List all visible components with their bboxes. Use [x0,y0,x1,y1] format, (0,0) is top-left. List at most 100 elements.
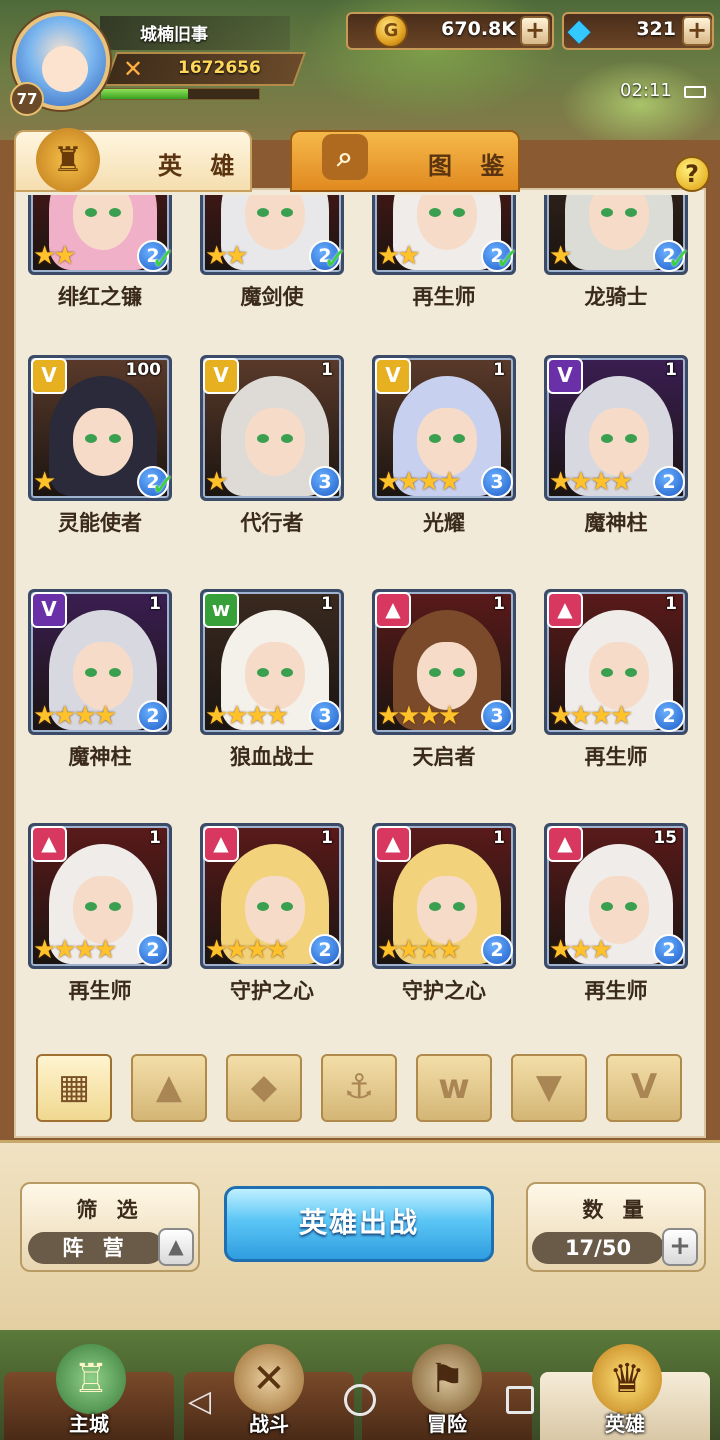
check-icon: ✓ [322,242,348,277]
gold-coin-icon: G [374,14,408,48]
faction-dark-icon: V [547,358,583,394]
hero-card[interactable]: V 1 ★★★★ 3 光耀 [372,355,516,535]
hero-name: 再生师 [584,979,648,1003]
faction-fire-icon: ▲ [203,826,239,862]
hero-card[interactable]: w★2✓龙骑士 [544,195,692,309]
hero-name: 魔神柱 [584,511,648,535]
hero-copies-count: 1 [321,828,333,848]
hero-copies-count: 1 [321,360,333,380]
hero-card[interactable]: ▲ 1 ★★★★ 2 守护之心 [200,823,344,1003]
hero-copies-count: 15 [653,828,677,848]
hero-star-rating: ★★★★ [205,701,289,731]
hero-card[interactable]: ▲ 1 ★★★★ 2 守护之心 [372,823,516,1003]
hero-count-title: 数 量 [582,1198,650,1222]
hero-face [73,408,133,476]
hero-copies-count: 1 [149,594,161,614]
deploy-heroes-button[interactable]: 英雄出战 [224,1186,494,1262]
hero-copies-count: 1 [149,828,161,848]
player-name: 城楠旧事 [140,25,208,45]
filter-faction-3-button[interactable]: ⚓ [321,1054,397,1122]
hero-grade-badge: 2 [309,934,341,966]
hero-card[interactable]: ▲★★2✓绯红之镰 [28,195,176,309]
hero-eye [625,434,637,443]
hero-eye [85,208,97,217]
hero-card[interactable]: ▲ 15 ★★★ 2 再生师 [544,823,688,1003]
faction-light-icon: V [31,358,67,394]
hero-star-rating: ★★★★ [205,935,289,965]
faction-fire-icon: ▲ [547,592,583,628]
faction-fire-icon: ▲ [375,826,411,862]
system-back-icon[interactable]: ◁ [188,1384,211,1419]
help-icon[interactable]: ? [674,156,710,192]
filter-faction-2-button[interactable]: ◆ [226,1054,302,1122]
filter-faction-5-button[interactable]: ▼ [511,1054,587,1122]
hero-eye [85,902,97,911]
tab-codex-label: 图 鉴 [428,152,515,180]
hero-card[interactable]: V 100 ★ 2 ✓ 灵能使者 [28,355,176,535]
check-icon: ✓ [494,242,520,277]
hero-portrait: ▲ 1 ★★★★ 3 [372,589,516,735]
hero-eye [625,208,637,217]
hero-card[interactable]: ▲ 1 ★★★★ 2 再生师 [28,823,172,1003]
hero-card[interactable]: ▲ 1 ★★★★ 2 再生师 [544,589,688,769]
hero-eye [429,208,441,217]
hero-card[interactable]: V 1 ★★★★ 2 魔神柱 [544,355,688,535]
check-icon: ✓ [666,242,692,277]
hero-count-value: 17/50 [532,1232,664,1264]
hero-grade-badge: 2 [137,934,169,966]
hero-card[interactable]: V 1 ★★★★ 2 魔神柱 [28,589,172,769]
gem-amount: 321 [636,18,676,40]
hero-face [589,642,649,710]
hero-card[interactable]: ▲★★2✓魔剑使 [200,195,348,309]
foliage-decoration [560,60,720,150]
hero-star-rating: ★ [33,467,56,497]
hero-name: 狼血战士 [230,745,314,769]
filter-value[interactable]: 阵 营 [28,1232,164,1264]
hero-name: 天启者 [412,745,476,769]
hero-grade-badge: 2 [137,700,169,732]
hero-star-rating: ★★★ [549,935,613,965]
hero-face [245,876,305,944]
experience-bar-fill [101,89,188,99]
hero-grade-badge: 2 [653,934,685,966]
hero-card[interactable]: V 1 ★ 3 代行者 [200,355,344,535]
system-recents-icon[interactable] [506,1386,534,1414]
hero-portrait: w 1 ★★★★ 3 [200,589,344,735]
hero-eye [109,668,121,677]
hero-grade-badge: 2 [653,466,685,498]
hero-face [589,408,649,476]
filter-expand-button[interactable]: ▲ [158,1228,194,1266]
hero-star-rating: ★★★★ [549,467,633,497]
nav-main-city-label: 主城 [69,1412,109,1436]
add-gold-button[interactable]: + [520,16,550,46]
hero-eye [257,668,269,677]
hero-star-rating: ★ [549,241,572,271]
system-home-icon[interactable] [344,1384,376,1416]
nav-heroes-label: 英雄 [605,1412,645,1436]
hero-face [417,408,477,476]
hero-eye [281,668,293,677]
filter-faction-1-button[interactable]: ▲ [131,1054,207,1122]
add-gems-button[interactable]: + [682,16,712,46]
adventure-map-icon: ⚑ [412,1344,482,1414]
faction-beast-icon: w [203,592,239,628]
hero-face [589,876,649,944]
hero-name: 再生师 [68,979,132,1003]
hero-grade-badge: 2 [653,700,685,732]
filter-faction-6-button[interactable]: V [606,1054,682,1122]
expand-capacity-button[interactable]: + [662,1228,698,1266]
hero-star-rating: ★★ [205,241,249,271]
diamond-icon: ◆ [567,13,591,48]
filter-faction-4-button[interactable]: w [416,1054,492,1122]
hero-card[interactable]: w 1 ★★★★ 3 狼血战士 [200,589,344,769]
hero-card[interactable]: ▲ 1 ★★★★ 3 天启者 [372,589,516,769]
hero-card[interactable]: ▲★★2✓再生师 [372,195,520,309]
hero-eye [625,668,637,677]
hero-copies-count: 1 [493,360,505,380]
hero-star-rating: ★★ [377,241,421,271]
filter-all-factions-button[interactable]: ▦ [36,1054,112,1122]
hero-grade-badge: 3 [309,466,341,498]
hero-eye [601,668,613,677]
hero-eye [601,434,613,443]
hero-grade-badge: 3 [309,700,341,732]
